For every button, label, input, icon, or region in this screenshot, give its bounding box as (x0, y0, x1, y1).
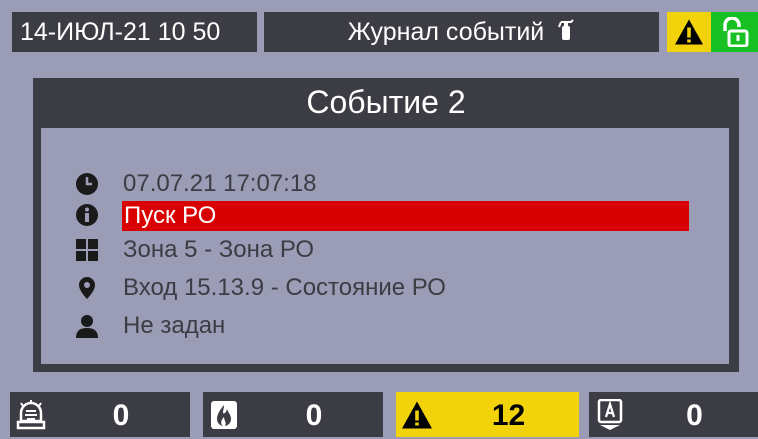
alarm-siren-icon (16, 399, 46, 429)
event-type: Пуск РО (124, 202, 217, 229)
warning-icon (402, 401, 432, 428)
lock-indicator[interactable] (711, 12, 758, 52)
event-zone: Зона 5 - Зона РО (123, 236, 315, 263)
event-user: Не задан (123, 312, 226, 339)
warning-indicator[interactable] (667, 12, 711, 52)
zones-grid-icon (76, 239, 98, 261)
alarm-counter[interactable]: 0 (10, 392, 190, 437)
location-pin-icon (79, 277, 95, 299)
event-details: 07.07.21 17:07:18 Пуск РО Зона 5 - Зона … (41, 128, 729, 364)
datetime-display: 14-ИЮЛ-21 10 50 (12, 12, 257, 52)
fire-extinguisher-icon (557, 13, 575, 53)
user-icon (76, 315, 98, 338)
event-user-row: Не задан (75, 312, 727, 340)
event-input-row: Вход 15.13.9 - Состояние РО (75, 274, 727, 302)
event-zone-row: Зона 5 - Зона РО (75, 236, 727, 264)
event-input: Вход 15.13.9 - Состояние РО (123, 274, 446, 301)
warning-count: 12 (438, 392, 579, 437)
screen-title-box: Журнал событий (264, 12, 659, 52)
fire-icon (211, 400, 237, 429)
clock-icon (76, 173, 98, 195)
warning-counter[interactable]: 12 (396, 392, 579, 437)
event-timestamp: 07.07.21 17:07:18 (123, 170, 317, 197)
alarm-count: 0 (52, 392, 190, 437)
event-title: Событие 2 (306, 84, 466, 120)
fire-count: 0 (245, 392, 383, 437)
event-type-row: Пуск РО (75, 201, 727, 231)
fault-counter[interactable]: 0 (589, 392, 758, 437)
fault-icon (597, 398, 623, 430)
screen-title: Журнал событий (347, 18, 545, 46)
unlocked-icon (722, 17, 748, 47)
fault-count: 0 (631, 392, 758, 437)
event-panel: Событие 2 07.07.21 17:07:18 Пуск РО Зона… (33, 78, 739, 372)
counters-bar: 0 0 12 0 (0, 392, 758, 437)
info-icon (76, 204, 98, 226)
event-timestamp-row: 07.07.21 17:07:18 (75, 170, 727, 198)
warning-icon (675, 19, 703, 45)
top-bar: 14-ИЮЛ-21 10 50 Журнал событий (0, 0, 758, 52)
fire-counter[interactable]: 0 (203, 392, 383, 437)
